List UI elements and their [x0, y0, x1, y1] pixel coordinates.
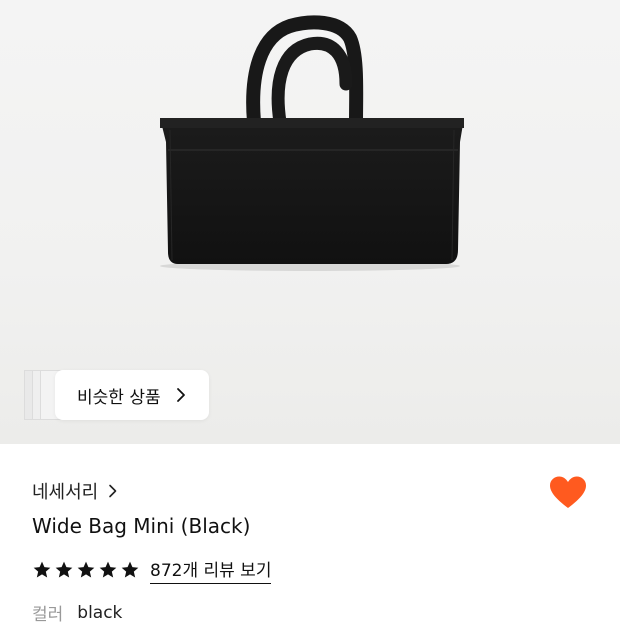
rating-row: 872개 리뷰 보기 — [32, 556, 272, 584]
brand-link[interactable]: 네세서리 — [32, 478, 120, 504]
chevron-right-icon — [109, 484, 117, 498]
star-icon — [77, 561, 95, 578]
heart-icon[interactable] — [548, 474, 588, 514]
product-image-area[interactable]: 비슷한 상품 — [0, 0, 620, 444]
similar-products-button[interactable]: 비슷한 상품 — [55, 370, 209, 420]
review-link[interactable]: 872개 리뷰 보기 — [150, 556, 272, 584]
product-title: Wide Bag Mini (Black) — [32, 514, 251, 538]
similar-products[interactable]: 비슷한 상품 — [24, 370, 209, 420]
color-label: 컬러 — [32, 605, 64, 625]
star-icon — [55, 561, 73, 578]
star-icon — [121, 561, 139, 578]
star-icon — [33, 561, 51, 578]
color-option: 컬러 black — [32, 600, 122, 625]
product-info: 네세서리 Wide Bag Mini (Black) 872개 리뷰 보기 컬러… — [32, 444, 620, 625]
similar-products-label: 비슷한 상품 — [77, 387, 161, 408]
brand-name: 네세서리 — [32, 482, 99, 503]
chevron-right-icon — [176, 388, 185, 402]
product-image — [160, 15, 464, 271]
star-rating — [32, 560, 140, 580]
star-icon — [99, 561, 117, 578]
